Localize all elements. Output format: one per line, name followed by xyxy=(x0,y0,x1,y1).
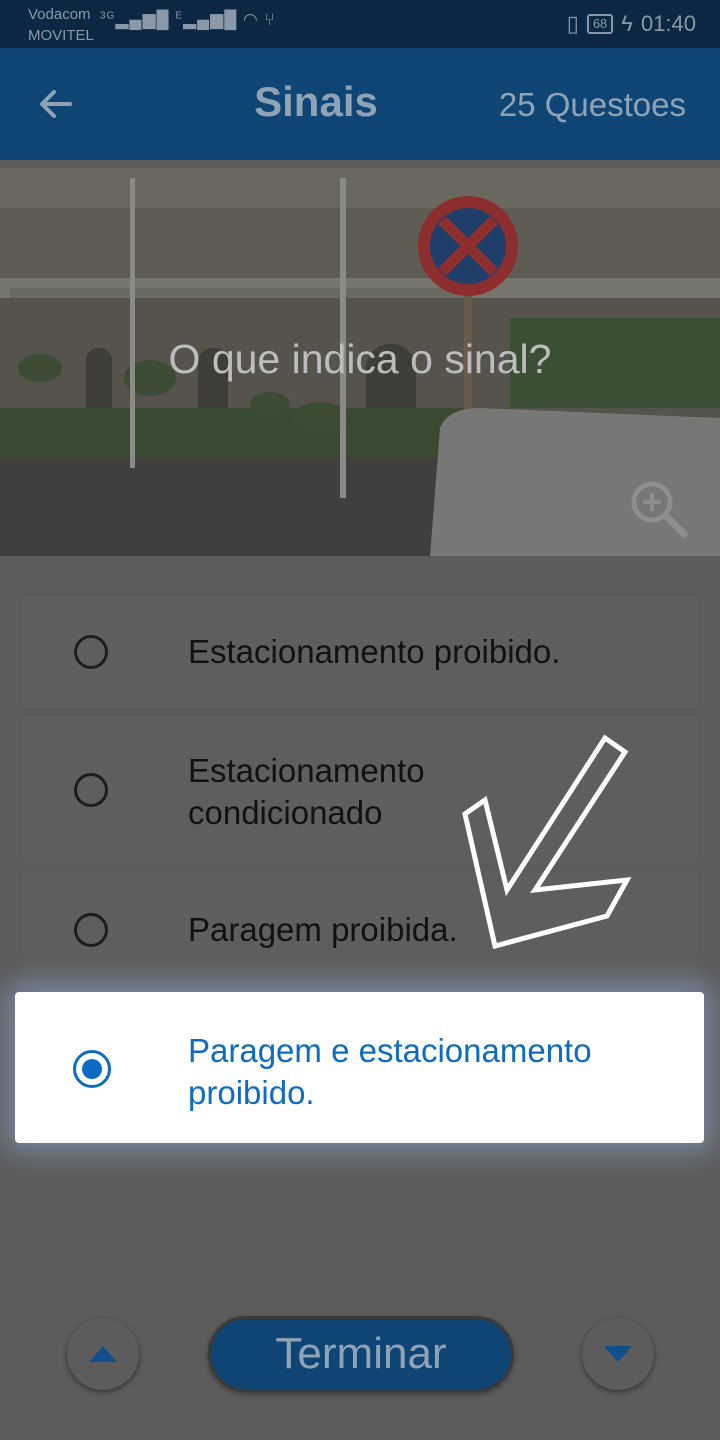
radio-button-selected[interactable] xyxy=(73,1050,111,1088)
answer-label: Paragem proibida. xyxy=(188,911,458,948)
signal-strength-icon: ▂▄▆█ xyxy=(183,10,238,29)
network-type-primary: 3G xyxy=(100,10,116,22)
radio-button[interactable] xyxy=(74,913,108,947)
radio-button[interactable] xyxy=(74,773,108,807)
zoom-in-icon[interactable] xyxy=(626,476,690,540)
network-type-secondary: E xyxy=(175,10,183,22)
vibrate-icon: ▯ xyxy=(566,11,579,36)
clock: 01:40 xyxy=(640,11,696,36)
pointer-arrow-icon xyxy=(462,734,632,950)
carrier-name-primary: Vodacom xyxy=(28,6,91,23)
signal-strength-icon: ▂▄▆█ xyxy=(115,10,170,29)
question-image[interactable]: O que indica o sinal? xyxy=(0,168,720,556)
usb-icon: ⑂ xyxy=(264,10,276,29)
answer-label: Paragem e estacionamento proibido. xyxy=(188,1032,592,1111)
signal-icons: 3G▂▄▆█ E▂▄▆█ ◠ ⑂ xyxy=(100,10,276,30)
charging-icon: ϟ xyxy=(621,11,633,36)
answer-label: Estacionamento condicionado xyxy=(188,752,425,831)
answer-option-1[interactable]: Estacionamento proibido. xyxy=(22,596,698,708)
chevron-up-icon xyxy=(89,1346,117,1362)
carrier-name-secondary: MOVITEL xyxy=(28,27,94,44)
status-bar: Vodacom MOVITEL 3G▂▄▆█ E▂▄▆█ ◠ ⑂ ▯ 68 ϟ … xyxy=(0,0,720,48)
radio-button[interactable] xyxy=(74,635,108,669)
chevron-down-icon xyxy=(604,1346,632,1362)
battery-icon: 68 xyxy=(586,14,614,34)
question-count: 25 Questoes xyxy=(498,86,686,123)
answer-label: Estacionamento proibido. xyxy=(188,633,561,670)
app-bar: Sinais 25 Questoes xyxy=(0,48,720,160)
answer-option-4-selected[interactable]: Paragem e estacionamento proibido. xyxy=(15,992,704,1143)
previous-question-button[interactable] xyxy=(67,1318,139,1390)
wifi-icon: ◠ xyxy=(242,10,259,29)
finish-button[interactable]: Terminar xyxy=(208,1316,514,1392)
question-text: O que indica o sinal? xyxy=(168,336,552,382)
next-question-button[interactable] xyxy=(582,1318,654,1390)
